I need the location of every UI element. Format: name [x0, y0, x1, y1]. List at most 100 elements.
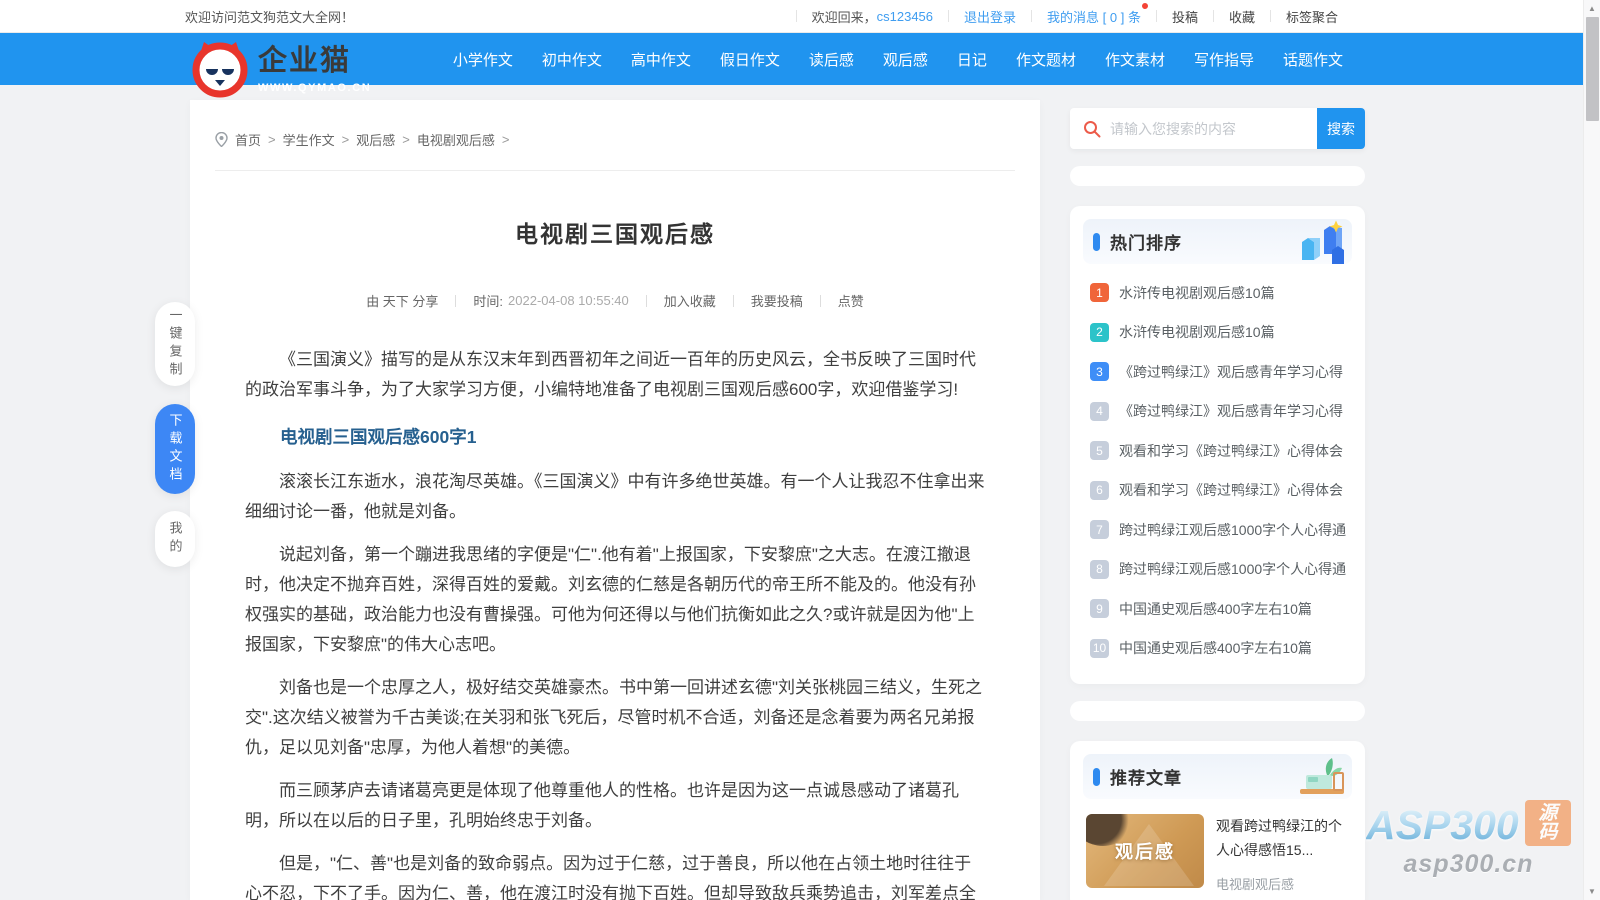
nav-item-gaozhong[interactable]: 高中作文	[631, 49, 691, 70]
submit-post-link[interactable]: 投稿	[1172, 7, 1198, 26]
messages-link[interactable]: 我的消息 [ 0 ] 条	[1047, 10, 1141, 25]
rank-badge: 6	[1090, 481, 1109, 500]
main-header: 企业猫 WWW.QYMAO.CN 小学作文 初中作文 高中作文 假日作文 读后感…	[0, 33, 1583, 85]
sidebar-spacer-strip	[1070, 701, 1365, 721]
search-input[interactable]	[1110, 121, 1317, 137]
divider	[646, 295, 647, 307]
rank-badge: 1	[1090, 283, 1109, 302]
sidebar: 搜索 热门排序 1 水浒传电视剧观后感10篇 2 水浒传电视剧观后感10篇	[1070, 108, 1365, 900]
rank-badge: 8	[1090, 560, 1109, 579]
hot-item[interactable]: 8 跨过鸭绿江观后感1000字个人心得通	[1083, 550, 1352, 590]
publish-time: 2022-04-08 10:55:40	[508, 293, 629, 308]
search-button[interactable]: 搜索	[1317, 108, 1365, 149]
divider	[1270, 10, 1271, 22]
hot-item[interactable]: 7 跨过鸭绿江观后感1000字个人心得通	[1083, 510, 1352, 550]
watermark-badge: 源码	[1525, 800, 1571, 846]
scrollbar-up-icon[interactable]: ▲	[1584, 0, 1600, 17]
search-icon	[1083, 120, 1101, 138]
hot-item[interactable]: 9 中国通史观后感400字左右10篇	[1083, 589, 1352, 629]
breadcrumb-student-essay[interactable]: 学生作文	[283, 130, 335, 149]
accent-pill-icon	[1093, 233, 1100, 251]
divider	[796, 10, 797, 22]
nav-item-jiari[interactable]: 假日作文	[720, 49, 780, 70]
download-doc-button[interactable]: 下载文档	[155, 404, 195, 494]
recommend-article-category: 电视剧观后感	[1216, 874, 1349, 893]
my-account-button[interactable]: 我的	[155, 511, 195, 567]
watermark-brand: ASP300	[1366, 805, 1519, 846]
divider	[820, 295, 821, 307]
hot-item[interactable]: 6 观看和学习《跨过鸭绿江》心得体会	[1083, 471, 1352, 511]
article-thumbnail: 观后感	[1086, 814, 1204, 888]
hot-ranking-list: 1 水浒传电视剧观后感10篇 2 水浒传电视剧观后感10篇 3 《跨过鸭绿江》观…	[1083, 273, 1352, 668]
search-bar: 搜索	[1070, 108, 1365, 149]
nav-item-xiaoxue[interactable]: 小学作文	[453, 49, 513, 70]
divider	[733, 295, 734, 307]
brand-domain: WWW.QYMAO.CN	[258, 82, 371, 94]
site-logo[interactable]: 企业猫 WWW.QYMAO.CN	[190, 38, 371, 98]
favorites-link[interactable]: 收藏	[1229, 7, 1255, 26]
recommend-article[interactable]: 观后感 观看跨过鸭绿江的个人心得感悟15... 电视剧观后感	[1083, 814, 1352, 893]
rank-badge: 9	[1090, 599, 1109, 618]
divider	[948, 10, 949, 22]
nav-item-sucai[interactable]: 作文素材	[1105, 49, 1165, 70]
hot-item[interactable]: 3 《跨过鸭绿江》观后感青年学习心得	[1083, 352, 1352, 392]
nav-item-guanhougan[interactable]: 观后感	[883, 49, 928, 70]
divider	[455, 295, 456, 307]
rank-badge: 4	[1090, 402, 1109, 421]
site-welcome-text: 欢迎访问范文狗范文大全网！	[185, 7, 354, 26]
scrollbar-down-icon[interactable]: ▼	[1584, 883, 1600, 900]
hot-item[interactable]: 4 《跨过鸭绿江》观后感青年学习心得	[1083, 392, 1352, 432]
add-favorite-link[interactable]: 加入收藏	[664, 291, 716, 310]
accent-pill-icon	[1093, 768, 1100, 786]
hot-ranking-header: 热门排序	[1083, 219, 1352, 264]
top-user-links: 欢迎回来， cs123456 退出登录 我的消息 [ 0 ] 条 投稿 收藏 标…	[781, 7, 1338, 26]
hot-item[interactable]: 2 水浒传电视剧观后感10篇	[1083, 313, 1352, 353]
submit-post-link2[interactable]: 我要投稿	[751, 291, 803, 310]
logout-link[interactable]: 退出登录	[964, 7, 1016, 26]
share-by-text: 由 天下 分享	[366, 291, 438, 310]
username-link[interactable]: cs123456	[877, 9, 933, 24]
watermark-domain: asp300.cn	[1366, 850, 1571, 879]
one-click-copy-button[interactable]: 一键复制	[155, 302, 195, 386]
browser-scrollbar[interactable]: ▲ ▼	[1583, 0, 1600, 900]
greeting-text: 欢迎回来，	[812, 7, 877, 26]
divider	[1156, 10, 1157, 22]
article-meta: 由 天下 分享 时间: 2022-04-08 10:55:40 加入收藏 我要投…	[245, 291, 985, 310]
tags-link[interactable]: 标签聚合	[1286, 7, 1338, 26]
breadcrumb-separator: >	[268, 132, 276, 147]
article-content: 《三国演义》描写的是从东汉末年到西晋初年之间近一百年的历史风云，全书反映了三国时…	[245, 345, 985, 900]
paragraph: 而三顾茅庐去请诸葛亮更是体现了他尊重他人的性格。也许是因为这一点诚恳感动了诸葛孔…	[245, 776, 985, 836]
paragraph: 说起刘备，第一个蹦进我思绪的字便是"仁".他有着"上报国家，下安黎庶"之大志。在…	[245, 540, 985, 660]
recommend-title: 推荐文章	[1110, 764, 1182, 789]
hot-ranking-title: 热门排序	[1110, 229, 1182, 254]
location-pin-icon	[215, 132, 228, 147]
breadcrumb-separator: >	[342, 132, 350, 147]
article-body: 电视剧三国观后感 由 天下 分享 时间: 2022-04-08 10:55:40…	[190, 215, 1040, 900]
nav-item-duhougan[interactable]: 读后感	[809, 49, 854, 70]
paragraph: 刘备也是一个忠厚之人，极好结交英雄豪杰。书中第一回讲述玄德"刘关张桃园三结义，生…	[245, 673, 985, 763]
plant-desk-icon	[1294, 755, 1348, 801]
scrollbar-thumb[interactable]	[1586, 17, 1599, 121]
recommend-card: 推荐文章 观后感 观看跨过鸭绿江的个人心得感悟15... 电视剧观后感	[1070, 741, 1365, 900]
breadcrumb-guanhougan[interactable]: 观后感	[356, 130, 395, 149]
paragraph: 但是，"仁、善"也是刘备的致命弱点。因为过于仁慈，过于善良，所以他在占领土地时往…	[245, 849, 985, 900]
breadcrumb-tv-guanhougan[interactable]: 电视剧观后感	[417, 130, 495, 149]
hot-item[interactable]: 10 中国通史观后感400字左右10篇	[1083, 629, 1352, 669]
nav-item-riji[interactable]: 日记	[957, 49, 987, 70]
rank-badge: 5	[1090, 441, 1109, 460]
hot-item[interactable]: 1 水浒传电视剧观后感10篇	[1083, 273, 1352, 313]
recommend-article-title[interactable]: 观看跨过鸭绿江的个人心得感悟15...	[1216, 814, 1349, 862]
nav-item-huati[interactable]: 话题作文	[1283, 49, 1343, 70]
breadcrumb-separator: >	[502, 132, 510, 147]
like-link[interactable]: 点赞	[838, 291, 864, 310]
hot-ranking-card: 热门排序 1 水浒传电视剧观后感10篇 2 水浒传电视剧观后感10篇 3 《跨过…	[1070, 206, 1365, 684]
hot-item[interactable]: 5 观看和学习《跨过鸭绿江》心得体会	[1083, 431, 1352, 471]
breadcrumb-home[interactable]: 首页	[235, 130, 261, 149]
rank-badge: 2	[1090, 323, 1109, 342]
time-label: 时间:	[473, 291, 503, 310]
sidebar-spacer-strip	[1070, 166, 1365, 186]
nav-item-chuzhong[interactable]: 初中作文	[542, 49, 602, 70]
recommend-header: 推荐文章	[1083, 754, 1352, 799]
nav-item-ticai[interactable]: 作文题材	[1016, 49, 1076, 70]
nav-item-zhidao[interactable]: 写作指导	[1194, 49, 1254, 70]
